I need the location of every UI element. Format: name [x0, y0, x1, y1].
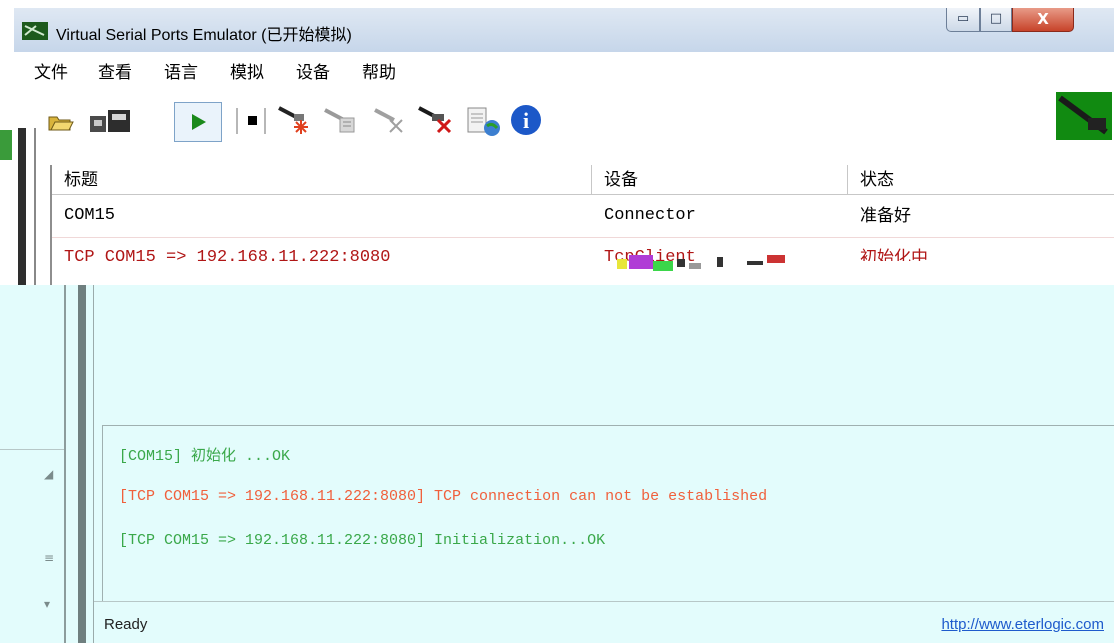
- open-folder-icon[interactable]: [48, 112, 74, 132]
- menu-language[interactable]: 语言: [164, 58, 198, 83]
- row-title: COM15: [64, 206, 116, 225]
- render-artifact: [617, 255, 785, 271]
- svg-text:i: i: [523, 108, 529, 133]
- minimize-button[interactable]: ▭: [946, 8, 980, 32]
- delete-device-icon[interactable]: [372, 104, 408, 136]
- play-button[interactable]: [174, 102, 222, 142]
- scroll-down-icon[interactable]: ▾: [44, 597, 50, 611]
- column-header-device[interactable]: 设备: [592, 165, 848, 195]
- edit-device-icon[interactable]: [322, 104, 360, 136]
- add-device-icon[interactable]: [276, 102, 314, 136]
- toolbar-separator: [236, 108, 238, 134]
- device-table: 标题 设备 状态 COM15 Connector 准备好 TCP COM15 =…: [50, 165, 1114, 285]
- save-icon[interactable]: [88, 106, 134, 134]
- column-header-title[interactable]: 标题: [52, 165, 592, 195]
- scroll-up-icon[interactable]: ◢: [44, 467, 53, 481]
- status-bar: Ready http://www.eterlogic.com: [94, 601, 1114, 644]
- left-panel: [0, 285, 64, 643]
- frame-divider: [93, 285, 94, 643]
- stop-icon[interactable]: [246, 114, 260, 128]
- column-header-status[interactable]: 状态: [848, 165, 1114, 195]
- log-line: [TCP COM15 => 192.168.11.222:8080] Initi…: [119, 532, 606, 549]
- log-output[interactable]: [COM15] 初始化 ...OK [TCP COM15 => 192.168.…: [102, 425, 1114, 601]
- menu-device[interactable]: 设备: [296, 58, 330, 83]
- divider: [0, 449, 64, 450]
- table-row[interactable]: TCP COM15 => 192.168.11.222:8080 TcpClie…: [52, 237, 1114, 279]
- left-ruler: [0, 130, 12, 160]
- row-title: TCP COM15 => 192.168.11.222:8080: [64, 248, 391, 267]
- status-text: Ready: [104, 616, 148, 633]
- remove-device-icon[interactable]: [416, 102, 456, 136]
- scroll-middle-icon[interactable]: ≡: [44, 551, 54, 565]
- menu-emulation[interactable]: 模拟: [230, 58, 264, 83]
- app-icon: [22, 22, 48, 40]
- menu-help[interactable]: 帮助: [362, 58, 396, 83]
- row-status: 准备好: [860, 206, 911, 226]
- log-icon[interactable]: [464, 104, 504, 138]
- play-icon: [192, 114, 206, 130]
- row-device: Connector: [604, 206, 696, 225]
- toolbar-separator: [264, 108, 266, 134]
- frame-divider: [78, 285, 86, 643]
- log-line: [COM15] 初始化 ...OK: [119, 448, 291, 465]
- info-button[interactable]: i: [508, 102, 544, 138]
- menu-view[interactable]: 查看: [98, 58, 132, 83]
- title-bar: Virtual Serial Ports Emulator (已开始模拟) ▭ …: [14, 8, 1114, 53]
- menu-file[interactable]: 文件: [34, 58, 68, 83]
- info-icon: i: [511, 105, 541, 135]
- row-status: 初始化中: [860, 248, 928, 261]
- table-row[interactable]: COM15 Connector 准备好: [52, 195, 1114, 238]
- close-button[interactable]: X: [1012, 8, 1074, 32]
- frame-divider: [64, 285, 66, 643]
- log-pane: ◢ ≡ ▾ [COM15] 初始化 ...OK [TCP COM15 => 19…: [0, 285, 1114, 643]
- log-line: [TCP COM15 => 192.168.11.222:8080] TCP c…: [119, 488, 768, 505]
- menu-bar: 文件 查看 语言 模拟 设备 帮助: [14, 52, 1114, 91]
- brand-logo-icon: [1056, 92, 1112, 140]
- maximize-button[interactable]: □: [980, 8, 1012, 32]
- maximize-icon: □: [989, 11, 1003, 26]
- frame-divider: [18, 128, 26, 288]
- close-icon: X: [1037, 10, 1049, 28]
- website-link[interactable]: http://www.eterlogic.com: [941, 616, 1104, 633]
- toolbar: i: [14, 90, 1114, 150]
- frame-divider: [34, 128, 36, 288]
- window-title: Virtual Serial Ports Emulator (已开始模拟): [56, 27, 352, 44]
- minimize-icon: ▭: [956, 11, 970, 26]
